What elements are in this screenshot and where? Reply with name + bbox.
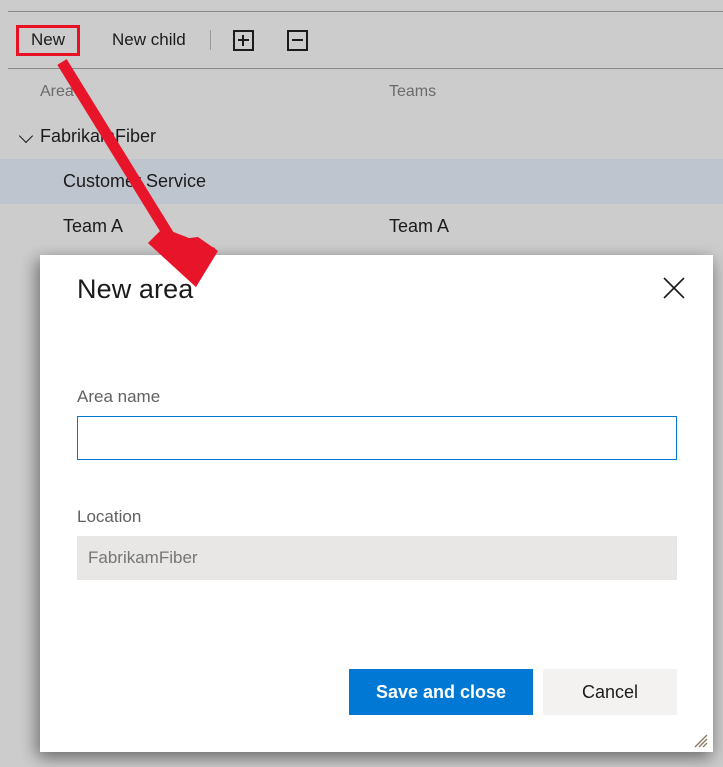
- top-divider: [8, 11, 723, 12]
- toolbar: New New child: [0, 14, 723, 66]
- location-field-group: Location: [77, 507, 677, 580]
- dialog-title: New area: [77, 274, 194, 304]
- area-name-input[interactable]: [77, 416, 677, 460]
- area-cell: FabrikamFiber: [40, 126, 157, 146]
- location-label: Location: [77, 507, 142, 526]
- new-child-button[interactable]: New child: [110, 26, 188, 54]
- area-grid: Area Teams FabrikamFiber Customer Servic…: [0, 69, 723, 249]
- plus-square-icon[interactable]: [232, 29, 254, 51]
- column-header-teams[interactable]: Teams: [389, 83, 436, 101]
- area-name-field-group: Area name: [77, 387, 677, 460]
- cancel-button[interactable]: Cancel: [543, 669, 677, 715]
- area-cell: Customer Service: [63, 171, 207, 191]
- dialog-actions: Save and close Cancel: [77, 669, 677, 715]
- save-and-close-button[interactable]: Save and close: [349, 669, 533, 715]
- new-area-dialog: New area Area name Location Save and clo…: [40, 255, 713, 752]
- teams-cell: Team A: [389, 216, 450, 236]
- area-name-label: Area name: [77, 387, 161, 406]
- column-header-area[interactable]: Area: [40, 83, 74, 101]
- table-row[interactable]: Customer Service: [0, 159, 723, 204]
- location-input: [77, 536, 677, 580]
- area-cell: Team A: [63, 216, 124, 236]
- grid-header-row: Area Teams: [0, 69, 723, 114]
- minus-square-icon[interactable]: [286, 29, 308, 51]
- table-row[interactable]: Team A Team A: [0, 204, 723, 249]
- new-button[interactable]: New: [29, 26, 67, 53]
- resize-grip-icon[interactable]: [693, 733, 708, 748]
- close-icon[interactable]: [661, 275, 687, 301]
- new-button-highlight: New: [16, 24, 81, 56]
- chevron-down-icon[interactable]: [18, 128, 34, 143]
- table-row[interactable]: FabrikamFiber: [0, 114, 723, 159]
- toolbar-separator: [209, 30, 211, 50]
